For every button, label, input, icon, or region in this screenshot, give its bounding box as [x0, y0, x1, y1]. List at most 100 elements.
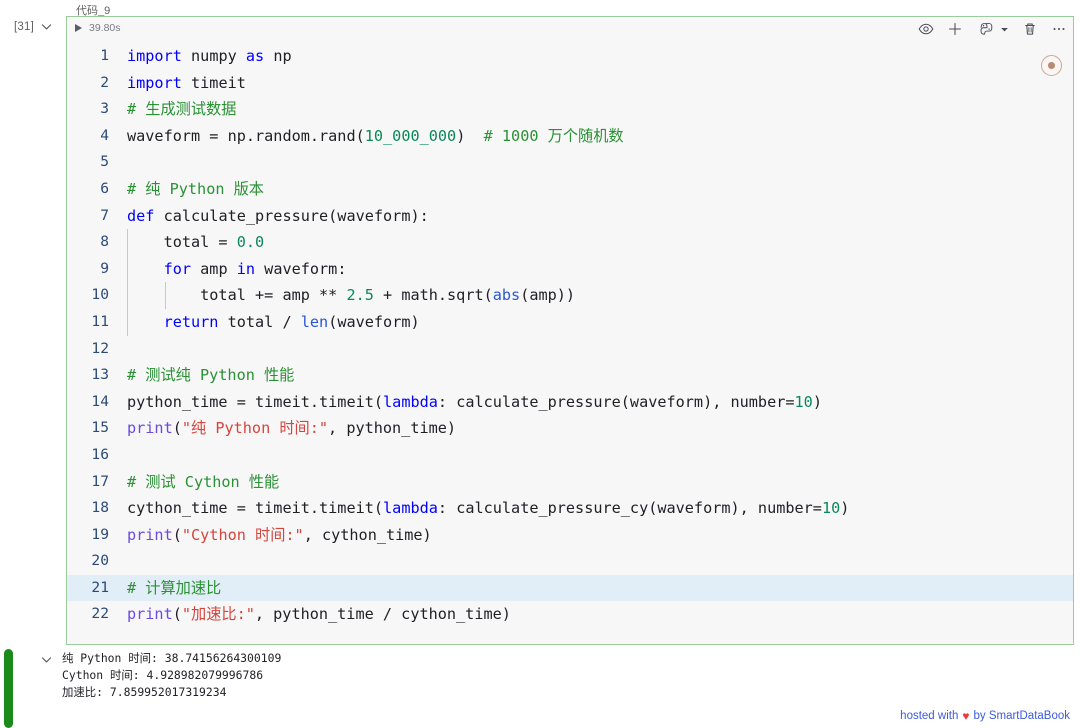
code-token: print: [127, 605, 173, 624]
line-number: 20: [91, 552, 109, 570]
line-number: 12: [91, 339, 109, 357]
line-number: 5: [100, 153, 109, 171]
line-number: 2: [100, 73, 109, 91]
play-triangle-icon[interactable]: [75, 24, 82, 32]
code-line[interactable]: 13 # 测试纯 Python 性能: [67, 362, 1073, 389]
code-token: total =: [127, 233, 237, 252]
code-text: def calculate_pressure(waveform):: [119, 203, 429, 230]
code-token: 10: [794, 392, 813, 411]
line-number: 6: [100, 179, 109, 197]
code-editor[interactable]: 1 import numpy as np 2 import timeit 3 # 生成测试…: [67, 41, 1073, 644]
code-line[interactable]: 17 # 测试 Cython 性能: [67, 469, 1073, 496]
code-line[interactable]: 8 total = 0.0: [67, 229, 1073, 256]
trash-icon[interactable]: [1022, 21, 1038, 37]
code-line[interactable]: 10 total += amp ** 2.5 + math.sqrt(abs(a…: [67, 282, 1073, 309]
line-number: 4: [100, 126, 109, 144]
python-kernel-icon[interactable]: [976, 21, 997, 37]
line-number: 9: [100, 259, 109, 277]
cell-output: 纯 Python 时间: 38.74156264300109 Cython 时间:…: [40, 650, 281, 702]
code-text: python_time = timeit.timeit(lambda: calc…: [119, 389, 822, 416]
code-token: + math.sqrt(: [373, 286, 493, 305]
chevron-down-icon[interactable]: [40, 20, 53, 33]
code-text: print("加速比:", python_time / cython_time): [119, 601, 511, 628]
code-token: calculate_pressure(waveform):: [154, 206, 429, 225]
code-token: (: [172, 419, 182, 438]
code-line[interactable]: 6 # 纯 Python 版本: [67, 176, 1073, 203]
code-token: as: [245, 47, 265, 65]
code-text: # 纯 Python 版本: [119, 176, 264, 203]
output-line: 加速比: 7.859952017319234: [62, 685, 227, 700]
code-line[interactable]: 21 # 计算加速比: [67, 574, 1073, 602]
code-text: # 测试 Cython 性能: [119, 469, 279, 496]
code-line[interactable]: 12: [67, 336, 1073, 363]
code-text: import numpy as np: [119, 43, 292, 70]
code-text: # 计算加速比: [119, 575, 221, 602]
more-icon[interactable]: [1051, 21, 1067, 37]
code-cell[interactable]: 39.80s 1 import numpy as np 2 import tim…: [66, 16, 1074, 645]
code-token: print: [127, 419, 173, 438]
code-line[interactable]: 14 python_time = timeit.timeit(lambda: ca…: [67, 389, 1073, 416]
line-number: 3: [100, 100, 109, 118]
line-number: 21: [91, 578, 109, 596]
line-number: 18: [91, 499, 109, 517]
line-number: 16: [91, 445, 109, 463]
code-line[interactable]: 15 print("纯 Python 时间:", python_time): [67, 415, 1073, 442]
code-text: import timeit: [119, 70, 246, 97]
chevron-down-icon[interactable]: [1000, 25, 1009, 34]
code-token: total += amp **: [127, 286, 347, 305]
code-token: timeit: [181, 73, 246, 92]
code-line[interactable]: 9 for amp in waveform:: [67, 255, 1073, 283]
code-text: # 生成测试数据: [119, 96, 236, 123]
code-token: (: [172, 525, 182, 544]
plus-icon[interactable]: [947, 21, 963, 37]
chevron-down-icon[interactable]: [40, 653, 53, 666]
code-token: (: [172, 605, 182, 624]
code-token: ): [840, 499, 850, 518]
code-line[interactable]: 19 print("Cython 时间:", cython_time): [67, 522, 1073, 549]
code-text: cython_time = timeit.timeit(lambda: calc…: [119, 495, 849, 522]
code-line[interactable]: 11 return total / len(waveform): [67, 308, 1073, 336]
indent-guide: [127, 308, 128, 336]
code-token: 2.5: [346, 286, 374, 305]
code-token: import: [127, 73, 182, 92]
code-token: lambda: [383, 392, 438, 411]
code-token: def: [127, 206, 155, 225]
code-token: # 生成测试数据: [127, 100, 237, 119]
cell-toolbar: [918, 21, 1067, 37]
code-line[interactable]: 7 def calculate_pressure(waveform):: [67, 203, 1073, 230]
output-line: 纯 Python 时间: 38.74156264300109: [62, 651, 282, 665]
line-number: 14: [91, 392, 109, 410]
code-line[interactable]: 3 # 生成测试数据: [67, 96, 1073, 123]
execution-gutter: [31]: [14, 20, 66, 33]
code-token: # 1000 万个随机数: [483, 126, 624, 145]
code-text: for amp in waveform:: [119, 255, 346, 283]
code-token: return: [163, 312, 219, 331]
code-token: (waveform): [328, 312, 420, 331]
code-line[interactable]: 4 waveform = np.random.rand(10_000_000) #…: [67, 123, 1073, 150]
code-token: # 测试 Cython 性能: [127, 472, 280, 491]
code-token: , python_time / cython_time): [254, 605, 511, 624]
code-line[interactable]: 18 cython_time = timeit.timeit(lambda: ca…: [67, 495, 1073, 522]
indent-guide: [164, 282, 166, 309]
code-line[interactable]: 20: [67, 548, 1073, 575]
line-number: 8: [100, 233, 109, 251]
code-line[interactable]: 2 import timeit: [67, 70, 1073, 97]
code-line[interactable]: 16: [67, 442, 1073, 469]
code-line[interactable]: 1 import numpy as np: [67, 43, 1073, 70]
code-token: numpy: [191, 47, 237, 65]
indent-guide: [127, 282, 128, 309]
code-text: total += amp ** 2.5 + math.sqrt(abs(amp)…: [119, 282, 575, 309]
code-line[interactable]: 5: [67, 149, 1073, 176]
code-token: total /: [218, 312, 301, 331]
line-number: 7: [100, 206, 109, 224]
eye-icon[interactable]: [918, 21, 934, 37]
code-token: waveform = np.random.rand(: [127, 126, 365, 145]
code-token: ): [456, 126, 484, 145]
output-status-bar: [4, 649, 13, 728]
code-token: abs: [492, 286, 521, 305]
code-line[interactable]: 22 print("加速比:", python_time / cython_tim…: [67, 601, 1073, 628]
code-token: : calculate_pressure_cy(waveform), numbe…: [437, 499, 822, 518]
